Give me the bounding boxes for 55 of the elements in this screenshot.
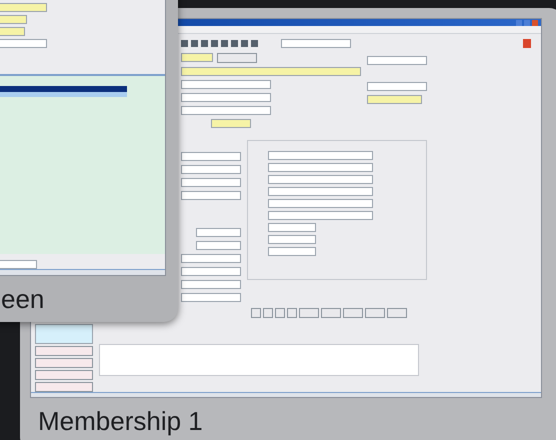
input-field[interactable] bbox=[181, 67, 361, 76]
input-field[interactable] bbox=[281, 39, 351, 48]
input-field[interactable] bbox=[268, 199, 373, 208]
form-button[interactable] bbox=[275, 308, 285, 318]
input-field[interactable] bbox=[367, 56, 427, 66]
form-button[interactable] bbox=[35, 346, 93, 356]
form-button[interactable] bbox=[365, 308, 385, 318]
input-field[interactable] bbox=[0, 15, 27, 24]
form-button[interactable] bbox=[35, 382, 93, 392]
close-icon[interactable] bbox=[532, 20, 538, 26]
card-caption: Membership 1 bbox=[38, 406, 203, 436]
form-button[interactable] bbox=[387, 308, 407, 318]
input-field[interactable] bbox=[181, 293, 241, 302]
input-field[interactable] bbox=[268, 235, 316, 244]
input-field[interactable] bbox=[181, 267, 241, 276]
form-button[interactable] bbox=[287, 308, 297, 318]
input-field[interactable] bbox=[181, 254, 241, 264]
form-button[interactable] bbox=[343, 308, 363, 318]
input-field[interactable] bbox=[181, 93, 271, 102]
input-field[interactable] bbox=[367, 95, 422, 104]
form-button[interactable] bbox=[35, 370, 93, 380]
input-field[interactable] bbox=[0, 260, 37, 270]
input-field[interactable] bbox=[268, 187, 373, 196]
input-field[interactable] bbox=[268, 223, 316, 232]
input-field[interactable] bbox=[181, 178, 241, 188]
input-field[interactable] bbox=[268, 163, 373, 172]
input-field[interactable] bbox=[181, 53, 213, 62]
input-field[interactable] bbox=[211, 119, 251, 128]
input-field[interactable] bbox=[196, 228, 241, 238]
input-field[interactable] bbox=[181, 191, 241, 200]
input-field[interactable] bbox=[181, 280, 241, 290]
input-field[interactable] bbox=[268, 211, 373, 220]
input-field[interactable] bbox=[0, 27, 25, 36]
input-field[interactable] bbox=[181, 165, 241, 174]
input-field[interactable] bbox=[181, 106, 271, 116]
input-field[interactable] bbox=[0, 39, 47, 48]
form-button[interactable] bbox=[263, 308, 273, 318]
input-field[interactable] bbox=[268, 247, 316, 256]
photo-placeholder bbox=[35, 324, 93, 344]
input-field[interactable] bbox=[268, 175, 373, 184]
card-caption: een bbox=[1, 284, 44, 314]
form-button[interactable] bbox=[217, 53, 257, 64]
minimize-icon[interactable] bbox=[516, 20, 522, 26]
input-field[interactable] bbox=[181, 80, 271, 90]
maximize-icon[interactable] bbox=[524, 20, 530, 26]
input-field[interactable] bbox=[0, 3, 47, 12]
input-field[interactable] bbox=[196, 241, 241, 250]
input-field[interactable] bbox=[367, 82, 427, 92]
form-button[interactable] bbox=[251, 308, 261, 318]
input-field[interactable] bbox=[268, 151, 373, 160]
form-button[interactable] bbox=[299, 308, 319, 318]
input-field[interactable] bbox=[181, 152, 241, 162]
form-button[interactable] bbox=[35, 358, 93, 368]
form-button[interactable] bbox=[321, 308, 341, 318]
notes-field[interactable] bbox=[99, 344, 419, 376]
